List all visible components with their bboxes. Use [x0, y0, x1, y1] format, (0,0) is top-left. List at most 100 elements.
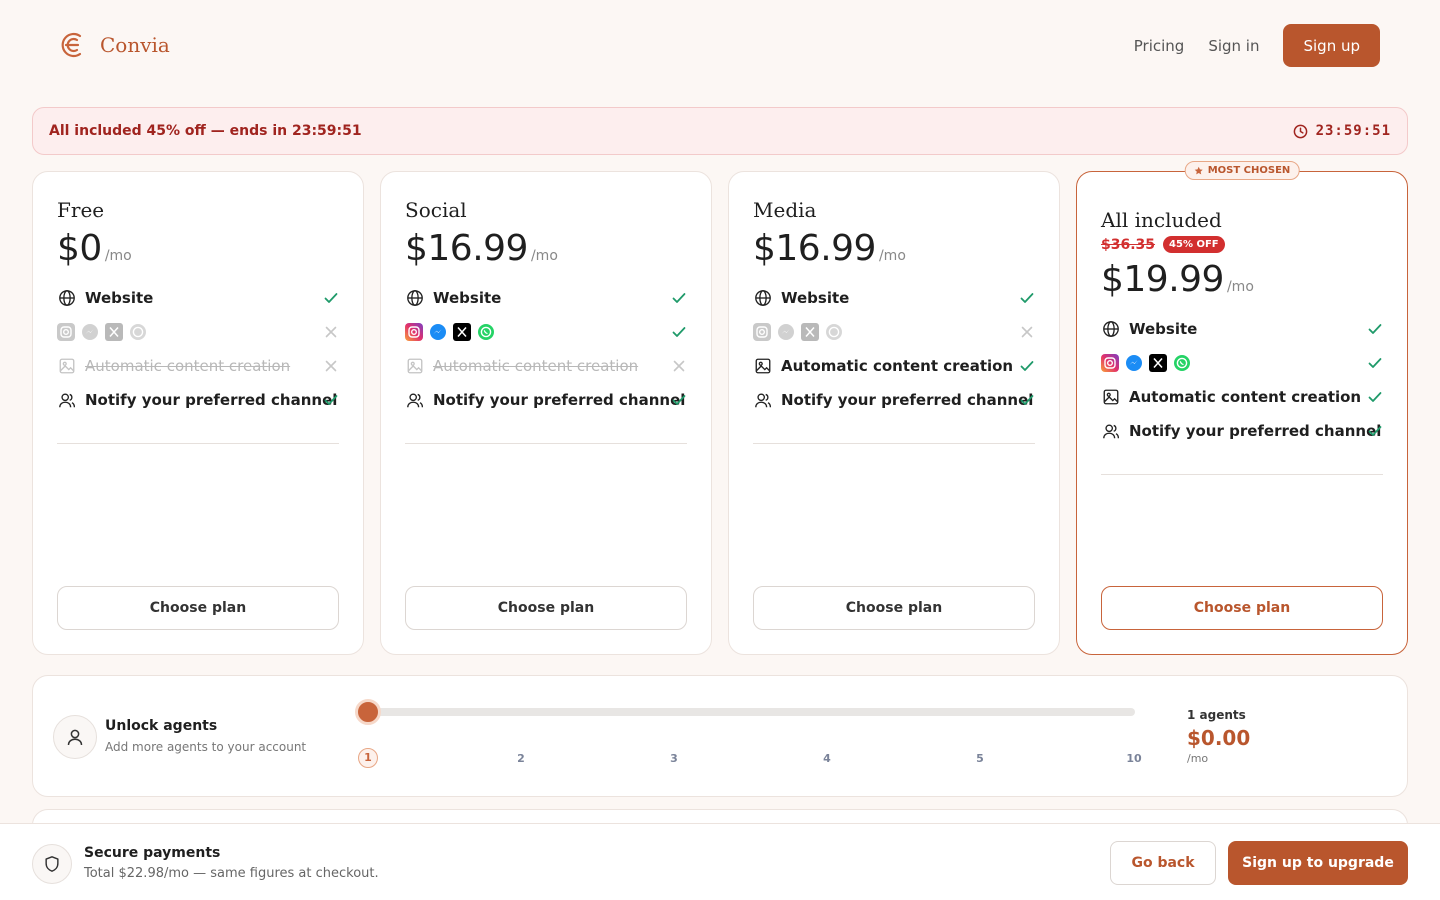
- promo-banner: All included 45% off — ends in 23:59:51 …: [32, 107, 1408, 155]
- whatsapp-icon: [825, 323, 843, 341]
- feature-list: Website Automatic content creation Notify …: [405, 281, 687, 417]
- plan-card-media[interactable]: Media $16.99/mo Website Automatic content c…: [728, 171, 1060, 655]
- check-icon: [671, 392, 687, 408]
- x-icon: [105, 323, 123, 341]
- agents-price: $0.00: [1187, 726, 1251, 750]
- feature-notify: Notify your preferred channel: [405, 383, 687, 417]
- x-icon: [1149, 354, 1167, 372]
- feature-website: Website: [57, 281, 339, 315]
- agents-panel: Unlock agents Add more agents to your ac…: [32, 675, 1408, 797]
- check-icon: [1019, 358, 1035, 374]
- slider-tick-2[interactable]: 2: [511, 752, 531, 765]
- top-nav: Pricing Sign in Sign up: [1134, 24, 1380, 67]
- signup-button[interactable]: Sign up: [1283, 24, 1380, 67]
- secure-subtitle: Total $22.98/mo — same figures at checko…: [84, 866, 379, 881]
- nav-signin-link[interactable]: Sign in: [1208, 37, 1259, 55]
- x-icon: [453, 323, 471, 341]
- promo-timer: 23:59:51: [1293, 123, 1391, 139]
- slider-tick-4[interactable]: 4: [817, 752, 837, 765]
- feature-socials: [1101, 346, 1383, 380]
- feature-list: Website Automatic content creation Notify …: [57, 281, 339, 417]
- x-mark-icon: [323, 358, 339, 374]
- feature-socials: [405, 315, 687, 349]
- globe-icon: [57, 288, 77, 308]
- discount-row: $36.35 45% OFF: [1101, 236, 1383, 253]
- plan-price: $16.99: [405, 228, 528, 269]
- x-mark-icon: [1019, 324, 1035, 340]
- price-period: /mo: [530, 248, 558, 264]
- whatsapp-icon: [477, 323, 495, 341]
- feature-label: Notify your preferred channel: [433, 391, 686, 409]
- go-back-button[interactable]: Go back: [1110, 841, 1216, 885]
- discount-badge: 45% OFF: [1163, 236, 1225, 253]
- agents-slider-track[interactable]: [367, 708, 1135, 716]
- check-icon: [1019, 290, 1035, 306]
- divider: [753, 443, 1035, 444]
- agents-count: 1 agents: [1187, 708, 1246, 722]
- choose-plan-button[interactable]: Choose plan: [1101, 586, 1383, 630]
- price-row: $19.99/mo: [1101, 259, 1383, 300]
- check-icon: [1019, 392, 1035, 408]
- plan-card-social[interactable]: Social $16.99/mo Website Automatic content …: [380, 171, 712, 655]
- nav-pricing-link[interactable]: Pricing: [1134, 37, 1185, 55]
- plan-name: Free: [57, 198, 105, 222]
- choose-plan-button[interactable]: Choose plan: [405, 586, 687, 630]
- x-mark-icon: [323, 324, 339, 340]
- image-icon: [405, 356, 425, 376]
- slider-tick-5[interactable]: 5: [970, 752, 990, 765]
- choose-plan-button[interactable]: Choose plan: [753, 586, 1035, 630]
- check-icon: [1367, 355, 1383, 371]
- price-row: $0/mo: [57, 228, 339, 269]
- check-icon: [671, 324, 687, 340]
- feature-socials: [753, 315, 1035, 349]
- plan-name: All included: [1101, 208, 1222, 232]
- globe-icon: [753, 288, 773, 308]
- choose-plan-button[interactable]: Choose plan: [57, 586, 339, 630]
- instagram-icon: [1101, 354, 1119, 372]
- users-icon: [1101, 421, 1121, 441]
- feature-label: Automatic content creation: [781, 357, 1014, 375]
- feature-label: Automatic content creation: [433, 357, 639, 375]
- agents-slider-thumb[interactable]: [355, 699, 381, 725]
- star-icon: [1194, 166, 1203, 174]
- most-chosen-badge: MOST CHOSEN: [1184, 161, 1300, 180]
- check-icon: [323, 290, 339, 306]
- messenger-icon: [777, 323, 795, 341]
- check-icon: [323, 392, 339, 408]
- slider-tick-1[interactable]: 1: [358, 748, 378, 768]
- sign-up-to-upgrade-button[interactable]: Sign up to upgrade: [1228, 841, 1408, 885]
- feature-notify: Notify your preferred channel: [753, 383, 1035, 417]
- feature-auto-content: Automatic content creation: [405, 349, 687, 383]
- divider: [1101, 474, 1383, 475]
- feature-label: Notify your preferred channel: [85, 391, 338, 409]
- check-icon: [1367, 423, 1383, 439]
- check-icon: [671, 290, 687, 306]
- image-icon: [57, 356, 77, 376]
- agent-avatar: [53, 715, 97, 759]
- check-icon: [1367, 321, 1383, 337]
- promo-text: All included 45% off — ends in 23:59:51: [49, 123, 362, 139]
- shield-badge: [32, 844, 72, 884]
- slider-tick-3[interactable]: 3: [664, 752, 684, 765]
- brand-name: Convia: [100, 33, 170, 57]
- feature-label: Notify your preferred channel: [1129, 422, 1382, 440]
- users-icon: [57, 390, 77, 410]
- social-icons: [1101, 354, 1191, 372]
- price-row: $16.99/mo: [405, 228, 687, 269]
- plan-card-all-included[interactable]: MOST CHOSEN All included $36.35 45% OFF $19.…: [1076, 161, 1408, 655]
- whatsapp-icon: [129, 323, 147, 341]
- social-icons: [57, 323, 147, 341]
- users-icon: [405, 390, 425, 410]
- feature-label: Notify your preferred channel: [781, 391, 1034, 409]
- instagram-icon: [57, 323, 75, 341]
- secure-title: Secure payments: [84, 845, 221, 861]
- plan-price: $19.99: [1101, 259, 1224, 300]
- logo[interactable]: Convia: [58, 30, 170, 60]
- price-period: /mo: [1226, 279, 1254, 295]
- messenger-icon: [81, 323, 99, 341]
- plan-card-free[interactable]: Free $0/mo Website Automatic content creati…: [32, 171, 364, 655]
- agents-subtitle: Add more agents to your account: [105, 740, 307, 754]
- slider-tick-10[interactable]: 10: [1124, 752, 1144, 765]
- instagram-icon: [753, 323, 771, 341]
- feature-list: Website Automatic content creation Notify …: [1101, 312, 1383, 448]
